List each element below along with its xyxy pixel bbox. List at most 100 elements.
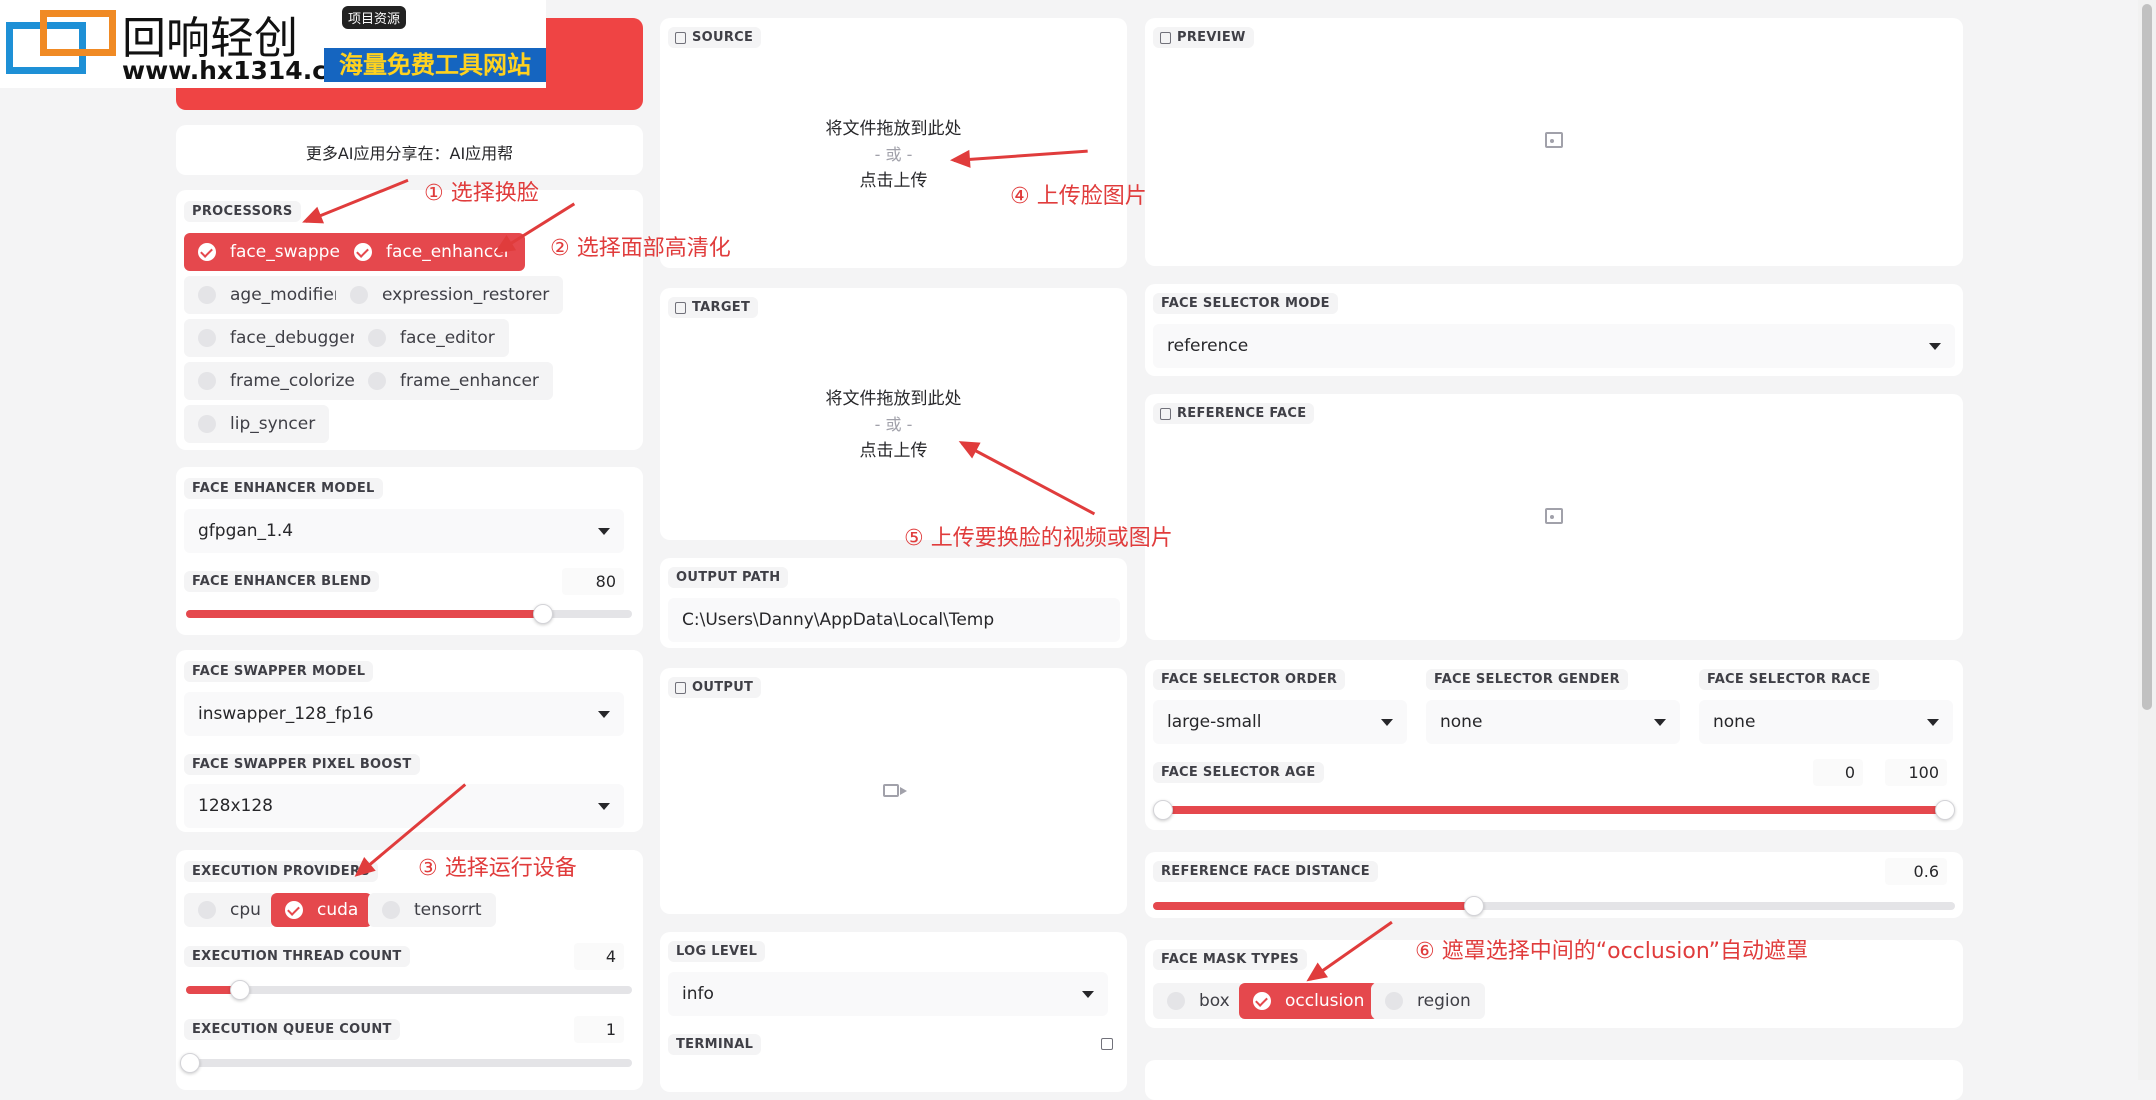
checkbox-icon [198, 372, 216, 390]
processor-frame-colorizer[interactable]: frame_colorizer [184, 362, 376, 400]
chevron-down-icon [1082, 990, 1094, 998]
scrollbar-track[interactable] [2138, 0, 2156, 1080]
slider-handle[interactable] [180, 1053, 200, 1073]
output-path-panel: OUTPUT PATH C:\Users\Danny\AppData\Local… [660, 558, 1127, 648]
annotation-6: ⑥ 遮罩选择中间的“occlusion”自动遮罩 [1415, 939, 1808, 964]
file-icon [675, 302, 686, 314]
chevron-down-icon [1927, 718, 1939, 726]
processor-lip-syncer[interactable]: lip_syncer [184, 405, 330, 443]
face-swapper-boost-select[interactable]: 128x128 [184, 784, 624, 828]
execution-queue-slider[interactable] [180, 1053, 632, 1073]
checkbox-icon [368, 329, 386, 347]
chevron-down-icon [1654, 718, 1666, 726]
promo-banner: 更多AI应用分享在：AI应用帮 [176, 125, 643, 175]
target-label: TARGET [668, 297, 759, 318]
slider-fill [1153, 902, 1474, 910]
face-enhancer-blend-label: FACE ENHANCER BLEND [184, 571, 380, 592]
image-placeholder-icon [1545, 132, 1563, 148]
mask-type-region[interactable]: region [1371, 983, 1485, 1019]
processors-label: PROCESSORS [184, 201, 301, 222]
mask-type-box[interactable]: box [1153, 983, 1244, 1019]
terminal-label: TERMINAL [668, 1034, 762, 1055]
face-selector-mode-label: FACE SELECTOR MODE [1153, 293, 1338, 314]
mask-type-occlusion[interactable]: occlusion [1239, 983, 1379, 1019]
chevron-down-icon [598, 710, 610, 718]
annotation-1: ① 选择换脸 [424, 181, 539, 206]
face-selector-race-label: FACE SELECTOR RACE [1699, 669, 1879, 690]
face-enhancer-blend-slider[interactable] [186, 604, 632, 624]
face-swapper-model-label: FACE SWAPPER MODEL [184, 661, 374, 682]
checkbox-icon [198, 415, 216, 433]
processors-panel: PROCESSORS face_swapper face_enhancer ag… [176, 190, 643, 450]
face-selector-age-max[interactable]: 100 [1885, 759, 1947, 786]
execution-providers-label: EXECUTION PROVIDERS [184, 861, 378, 882]
execution-thread-slider[interactable] [186, 980, 632, 1000]
image-icon [1160, 32, 1171, 44]
face-swapper-model-select[interactable]: inswapper_128_fp16 [184, 692, 624, 736]
reference-face-distance-panel: REFERENCE FACE DISTANCE 0.6 [1145, 852, 1963, 918]
target-upload-dropzone[interactable]: 将文件拖放到此处 - 或 - 点击上传 [660, 386, 1127, 464]
scrollbar-thumb[interactable] [2142, 4, 2152, 710]
log-level-select[interactable]: info [668, 972, 1108, 1016]
face-enhancer-blend-value[interactable]: 80 [562, 568, 624, 595]
face-enhancer-model-select[interactable]: gfpgan_1.4 [184, 509, 624, 553]
face-selector-order-select[interactable]: large-small [1153, 700, 1407, 744]
processor-face-swapper[interactable]: face_swapper [184, 233, 361, 271]
face-selector-age-min[interactable]: 0 [1813, 759, 1863, 786]
watermark-badge: 项目资源 [342, 6, 407, 29]
processor-expression-restorer[interactable]: expression_restorer [336, 276, 564, 314]
checkbox-checked-icon [198, 243, 216, 261]
provider-cpu[interactable]: cpu [184, 893, 275, 927]
checkbox-checked-icon [1253, 992, 1271, 1010]
chevron-down-icon [1929, 342, 1941, 350]
provider-tensorrt[interactable]: tensorrt [368, 893, 496, 927]
provider-cuda[interactable]: cuda [271, 893, 373, 927]
face-selector-gender-select[interactable]: none [1426, 700, 1680, 744]
face-selector-age-label: FACE SELECTOR AGE [1153, 762, 1324, 783]
face-enhancer-panel: FACE ENHANCER MODEL gfpgan_1.4 FACE ENHA… [176, 467, 643, 635]
annotation-4: ④ 上传脸图片 [1010, 184, 1147, 209]
slider-handle-max[interactable] [1935, 800, 1955, 820]
face-selector-race-select[interactable]: none [1699, 700, 1953, 744]
processor-frame-enhancer[interactable]: frame_enhancer [354, 362, 553, 400]
execution-queue-value[interactable]: 1 [574, 1016, 624, 1043]
face-selector-mode-panel: FACE SELECTOR MODE reference [1145, 284, 1963, 376]
face-selector-mode-select[interactable]: reference [1153, 324, 1955, 368]
checkbox-checked-icon [354, 243, 372, 261]
processor-age-modifier[interactable]: age_modifier [184, 276, 355, 314]
dropzone-text: 将文件拖放到此处 [825, 389, 962, 409]
face-selector-age-slider[interactable] [1153, 800, 1955, 820]
processor-face-editor[interactable]: face_editor [354, 319, 509, 357]
copy-icon[interactable] [1101, 1038, 1113, 1050]
output-path-input[interactable]: C:\Users\Danny\AppData\Local\Temp [668, 598, 1120, 642]
video-placeholder-icon [883, 784, 907, 797]
processor-face-debugger[interactable]: face_debugger [184, 319, 371, 357]
execution-thread-value[interactable]: 4 [574, 943, 624, 970]
execution-thread-label: EXECUTION THREAD COUNT [184, 946, 410, 967]
reference-face-distance-slider[interactable] [1153, 896, 1955, 916]
chevron-down-icon [1381, 718, 1393, 726]
slider-handle-min[interactable] [1153, 800, 1173, 820]
dropzone-click[interactable]: 点击上传 [660, 438, 1127, 464]
video-icon [675, 682, 686, 694]
dropzone-text: 将文件拖放到此处 [825, 119, 962, 139]
face-selector-panel: FACE SELECTOR ORDER large-small FACE SEL… [1145, 660, 1963, 830]
annotation-5: ⑤ 上传要换脸的视频或图片 [904, 526, 1173, 551]
output-panel: OUTPUT [660, 668, 1127, 914]
execution-queue-label: EXECUTION QUEUE COUNT [184, 1019, 400, 1040]
slider-handle[interactable] [532, 604, 553, 624]
slider-fill [1163, 806, 1945, 814]
file-icon [675, 32, 686, 44]
slider-handle[interactable] [229, 980, 250, 1000]
face-selector-order-label: FACE SELECTOR ORDER [1153, 669, 1346, 690]
preview-panel: PREVIEW [1145, 18, 1963, 266]
log-level-label: LOG LEVEL [668, 941, 766, 962]
execution-panel: EXECUTION PROVIDERS cpu cuda tensorrt EX… [176, 850, 643, 1090]
slider-handle[interactable] [1463, 896, 1484, 916]
annotation-2: ② 选择面部高清化 [550, 236, 731, 261]
reference-face-distance-value[interactable]: 0.6 [1885, 858, 1947, 885]
face-detector-panel-partial [1145, 1060, 1963, 1100]
promo-text: 更多AI应用分享在：AI应用帮 [305, 144, 514, 163]
dropzone-or: - 或 - [874, 415, 913, 434]
checkbox-icon [350, 286, 368, 304]
